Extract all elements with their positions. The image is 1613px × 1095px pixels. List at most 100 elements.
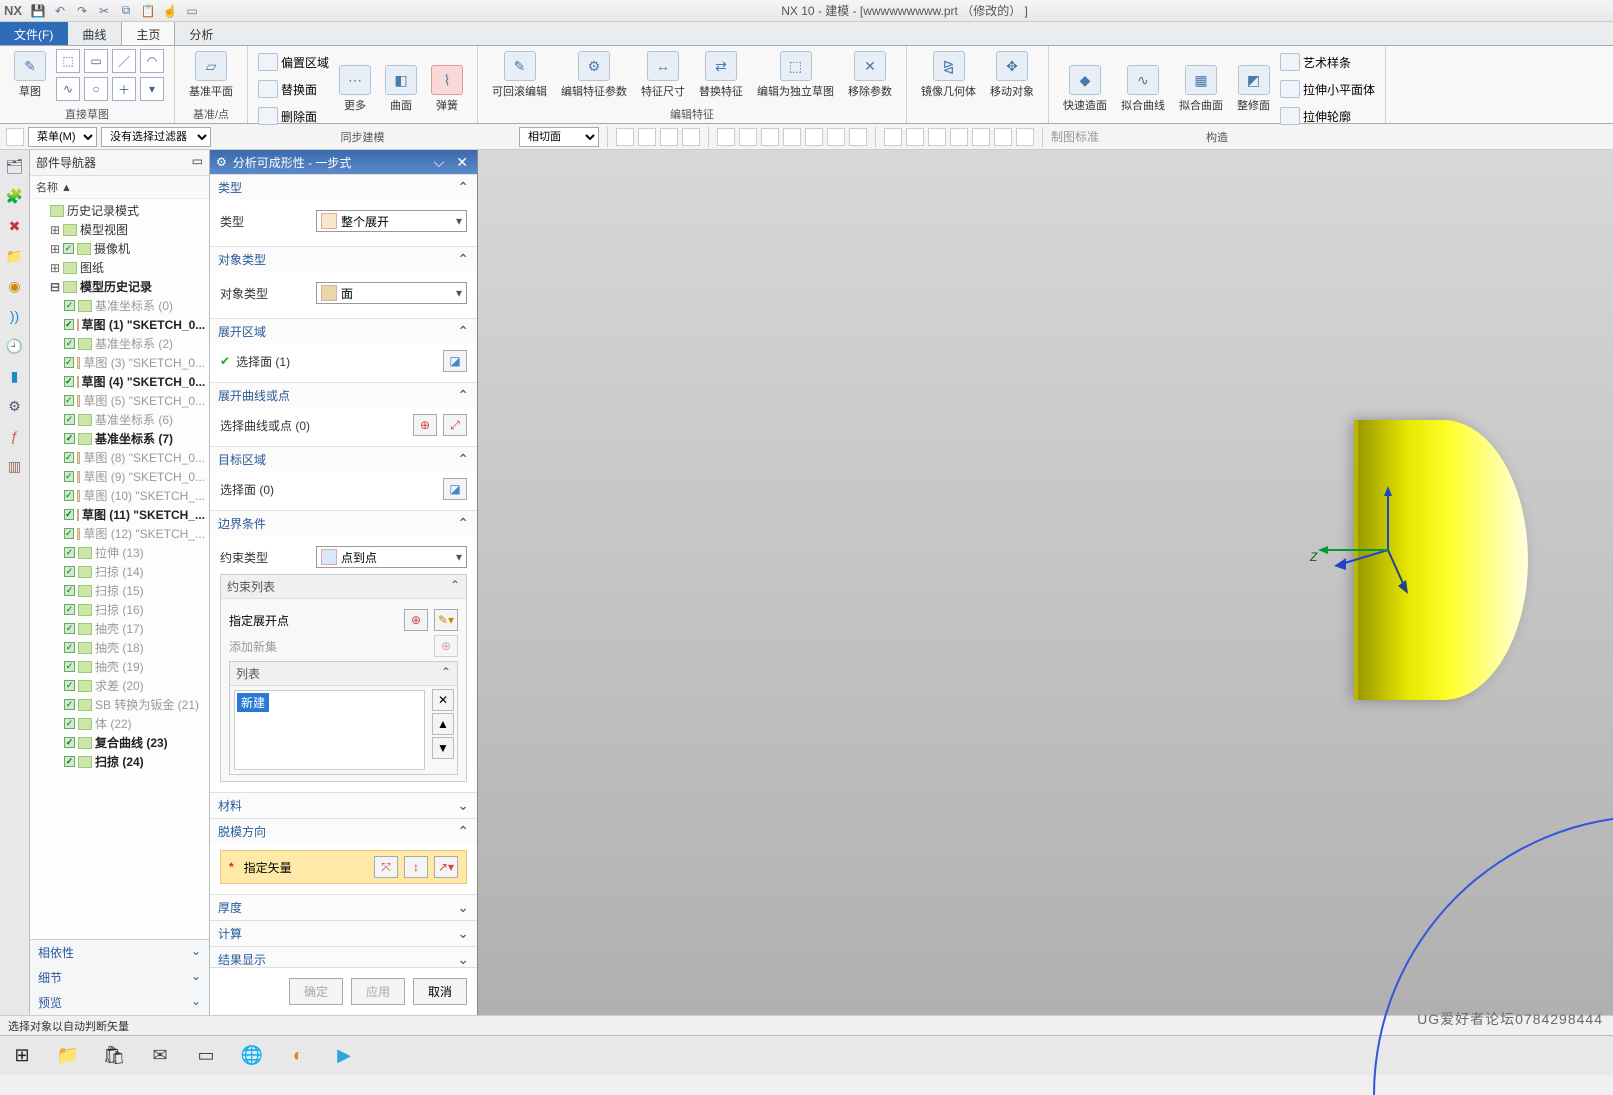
far-spline-icon[interactable]	[1280, 53, 1300, 71]
shape-point-icon[interactable]: ＋	[112, 77, 136, 101]
sec-thickness[interactable]: 厚度⌄	[210, 894, 477, 920]
rb-navigator-icon[interactable]: 🗂	[5, 156, 25, 176]
tree-item[interactable]: ✓SB 转换为钣金 (21)	[32, 695, 207, 714]
far-extrude-profile-icon[interactable]	[1280, 107, 1300, 125]
taskbar-edge-icon[interactable]: 🌐	[238, 1042, 266, 1070]
sync-offset-icon[interactable]	[258, 53, 278, 71]
qat-save-icon[interactable]: 💾	[30, 3, 46, 19]
specify-vector-row[interactable]: * 指定矢量 ⤧ ↕ ↗▾	[220, 850, 467, 884]
tree-item[interactable]: ✓求差 (20)	[32, 676, 207, 695]
btn-datum-plane[interactable]: ▱基准平面	[185, 49, 237, 101]
tb2-c1[interactable]	[717, 128, 735, 146]
qat-touch-icon[interactable]: ☝	[162, 3, 178, 19]
dialog-close-icon[interactable]: ✕	[453, 154, 471, 171]
pick-face-btn[interactable]: ◪	[443, 350, 467, 372]
curve-tool-btn[interactable]: ⤢	[443, 414, 467, 436]
qat-paste-icon[interactable]: 📋	[140, 3, 156, 19]
tree-item[interactable]: ✓草图 (10) "SKETCH_...	[32, 486, 207, 505]
combo-constraint-type[interactable]: 点到点▾	[316, 546, 467, 568]
tb2-c2[interactable]	[739, 128, 757, 146]
rb-history-icon[interactable]: 🕘	[5, 336, 25, 356]
btn-edit-params[interactable]: ⚙编辑特征参数	[557, 49, 631, 101]
tb2-b3[interactable]	[660, 128, 678, 146]
combo-object-type[interactable]: 面▾	[316, 282, 467, 304]
tree-item[interactable]: 历史记录模式	[32, 201, 207, 220]
constraint-list[interactable]: 新建	[234, 690, 425, 770]
taskbar-explorer-icon[interactable]: 📁	[54, 1042, 82, 1070]
ok-button[interactable]: 确定	[289, 978, 343, 1005]
qat-undo-icon[interactable]: ↶	[52, 3, 68, 19]
tb2-c7[interactable]	[849, 128, 867, 146]
sec-unfold-region[interactable]: 展开区域⌃	[210, 318, 477, 344]
tb2-d6[interactable]	[994, 128, 1012, 146]
vector-menu-btn[interactable]: ↗▾	[434, 856, 458, 878]
shape-line-icon[interactable]: ／	[112, 49, 136, 73]
tb2-d4[interactable]	[950, 128, 968, 146]
nav-column-header[interactable]: 名称 ▲	[30, 176, 209, 199]
rb-web-icon[interactable]: ))	[5, 306, 25, 326]
btn-remove-params[interactable]: ✕移除参数	[844, 49, 896, 101]
tab-file[interactable]: 文件(F)	[0, 22, 68, 45]
tree-item[interactable]: ✓抽壳 (18)	[32, 638, 207, 657]
taskbar-mail-icon[interactable]: ✉	[146, 1042, 174, 1070]
btn-surface[interactable]: ◧曲面	[381, 63, 421, 115]
list-remove-btn[interactable]: ✕	[432, 689, 454, 711]
tb2-icon[interactable]	[6, 128, 24, 146]
acc-dependency[interactable]: 相依性⌄	[30, 940, 209, 965]
taskbar-store-icon[interactable]: 🛍	[100, 1042, 128, 1070]
spec-point-btn[interactable]: ⊕	[404, 609, 428, 631]
acc-preview[interactable]: 预览⌄	[30, 990, 209, 1015]
btn-more[interactable]: ⋯更多	[335, 63, 375, 115]
tree-item[interactable]: ⊟模型历史记录	[32, 277, 207, 296]
tree-item[interactable]: ✓基准坐标系 (0)	[32, 296, 207, 315]
shape-rect-icon[interactable]: ▭	[84, 49, 108, 73]
tab-curve[interactable]: 曲线	[68, 22, 121, 45]
vector-pick-btn[interactable]: ⤧	[374, 856, 398, 878]
tb2-c3[interactable]	[761, 128, 779, 146]
sec-type[interactable]: 类型⌃	[210, 174, 477, 200]
tab-home[interactable]: 主页	[121, 22, 175, 45]
tree-item[interactable]: ✓体 (22)	[32, 714, 207, 733]
sec-unfold-curve[interactable]: 展开曲线或点⌃	[210, 382, 477, 408]
qat-cut-icon[interactable]: ✂	[96, 3, 112, 19]
tb2-c4[interactable]	[783, 128, 801, 146]
btn-quick-surface[interactable]: ◆快速造面	[1059, 63, 1111, 115]
btn-feature-size[interactable]: ↔特征尺寸	[637, 49, 689, 101]
nav-pin-icon[interactable]: ▭	[192, 154, 203, 171]
btn-refit[interactable]: ◩整修面	[1233, 63, 1274, 115]
rb-constraint-icon[interactable]: ✖	[5, 216, 25, 236]
tree-item[interactable]: ✓扫掠 (16)	[32, 600, 207, 619]
sec-draw-dir[interactable]: 脱模方向⌃	[210, 818, 477, 844]
btn-spring[interactable]: ⌇弹簧	[427, 63, 467, 115]
tb2-c5[interactable]	[805, 128, 823, 146]
list-up-btn[interactable]: ▲	[432, 713, 454, 735]
tree-item[interactable]: ✓基准坐标系 (6)	[32, 410, 207, 429]
rb-expr-icon[interactable]: ƒ	[5, 426, 25, 446]
sec-material[interactable]: 材料⌄	[210, 792, 477, 818]
btn-rollback-edit[interactable]: ✎可回滚编辑	[488, 49, 551, 101]
tree-item[interactable]: ✓复合曲线 (23)	[32, 733, 207, 752]
tree-item[interactable]: ✓拉伸 (13)	[32, 543, 207, 562]
shape-more-icon[interactable]: ▾	[140, 77, 164, 101]
dialog-titlebar[interactable]: ⚙ 分析可成形性 - 一步式 ⌵ ✕	[210, 150, 477, 174]
tb2-d7[interactable]	[1016, 128, 1034, 146]
pick-target-btn[interactable]: ◪	[443, 478, 467, 500]
tree-item[interactable]: ✓草图 (3) "SKETCH_0...	[32, 353, 207, 372]
tb2-b2[interactable]	[638, 128, 656, 146]
rb-hd3d-icon[interactable]: ◉	[5, 276, 25, 296]
menu-dropdown[interactable]: 菜单(M)	[28, 127, 97, 147]
tree-item[interactable]: ✓抽壳 (19)	[32, 657, 207, 676]
point-dialog-btn[interactable]: ✎▾	[434, 609, 458, 631]
tree-item[interactable]: ✓草图 (9) "SKETCH_0...	[32, 467, 207, 486]
tb2-d2[interactable]	[906, 128, 924, 146]
tree-item[interactable]: ✓扫掠 (15)	[32, 581, 207, 600]
tree-item[interactable]: ✓草图 (8) "SKETCH_0...	[32, 448, 207, 467]
tb2-d5[interactable]	[972, 128, 990, 146]
shape-spline-icon[interactable]: ∿	[56, 77, 80, 101]
tree-item[interactable]: ✓扫掠 (14)	[32, 562, 207, 581]
qat-redo-icon[interactable]: ↷	[74, 3, 90, 19]
tb2-d1[interactable]	[884, 128, 902, 146]
sync-delete-icon[interactable]	[258, 107, 278, 125]
tab-analysis[interactable]: 分析	[175, 22, 228, 45]
shape-circle-icon[interactable]: ○	[84, 77, 108, 101]
